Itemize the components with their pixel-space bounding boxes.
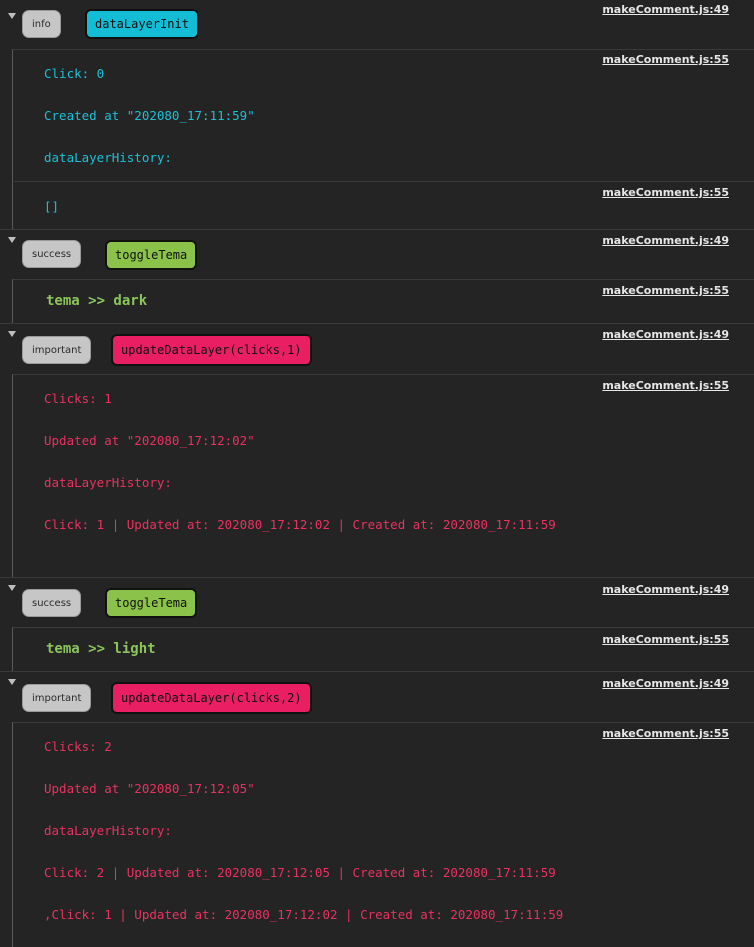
log-line: Updated at "202080_17:12:05" [44,781,255,796]
log-line: dataLayerHistory: [44,475,172,490]
log-type-badge: important [22,336,92,364]
source-link[interactable]: makeComment.js:55 [602,727,729,740]
source-link[interactable]: makeComment.js:55 [602,633,729,646]
log-line: dataLayerHistory: [44,823,172,838]
expand-triangle-icon[interactable] [8,679,16,685]
event-name-badge: toggleTema [105,240,198,270]
console-message: makeComment.js:55 tema >> light [12,627,754,671]
source-link[interactable]: makeComment.js:55 [602,284,729,297]
console-message: makeComment.js:55 [] [12,181,754,229]
expand-triangle-icon[interactable] [8,585,16,591]
event-name-badge: toggleTema [105,588,198,618]
console-group-header[interactable]: important updateDataLayer(clicks,1) make… [0,323,754,375]
log-line: Created at "202080_17:11:59" [44,108,255,123]
log-line: Updated at "202080_17:12:02" [44,433,255,448]
console-group-header[interactable]: success toggleTema makeComment.js:49 [0,577,754,628]
log-type-badge: success [22,589,82,617]
event-name-badge: dataLayerInit [85,9,199,39]
log-line: [] [44,199,60,214]
log-line: ,Click: 1 | Updated at: 202080_17:12:02 … [44,907,564,922]
log-line: tema >> dark [46,293,148,309]
log-line: Click: 0 [44,66,105,81]
source-link[interactable]: makeComment.js:49 [602,234,729,247]
log-line: Clicks: 1 [44,391,112,406]
source-link[interactable]: makeComment.js:55 [602,379,729,392]
console-group-header[interactable]: important updateDataLayer(clicks,2) make… [0,671,754,723]
event-name-badge: updateDataLayer(clicks,1) [111,334,312,366]
source-link[interactable]: makeComment.js:49 [602,3,729,16]
log-line: Click: 2 | Updated at: 202080_17:12:05 |… [44,865,556,880]
source-link[interactable]: makeComment.js:49 [602,328,729,341]
source-link[interactable]: makeComment.js:55 [602,53,729,66]
event-name-badge: updateDataLayer(clicks,2) [111,682,312,714]
log-line: dataLayerHistory: [44,150,172,165]
expand-triangle-icon[interactable] [8,331,16,337]
console-message: makeComment.js:55 tema >> dark [12,279,754,323]
console-group-header[interactable]: success toggleTema makeComment.js:49 [0,229,754,280]
log-line: Click: 1 | Updated at: 202080_17:12:02 |… [44,517,556,532]
console-group-header[interactable]: info dataLayerInit makeComment.js:49 [0,0,754,49]
source-link[interactable]: makeComment.js:49 [602,583,729,596]
expand-triangle-icon[interactable] [8,237,16,243]
console-message: makeComment.js:55 Click: 0 Created at "2… [12,49,754,181]
log-line: tema >> light [46,641,156,657]
expand-triangle-icon[interactable] [8,13,16,19]
console-message: makeComment.js:55 Clicks: 2 Updated at "… [12,722,754,947]
console-message: makeComment.js:55 Clicks: 1 Updated at "… [12,374,754,577]
log-type-badge: important [22,684,92,712]
log-type-badge: success [22,240,82,268]
source-link[interactable]: makeComment.js:55 [602,186,729,199]
log-line: Clicks: 2 [44,739,112,754]
console-panel: info dataLayerInit makeComment.js:49 mak… [0,0,754,947]
source-link[interactable]: makeComment.js:49 [602,677,729,690]
log-type-badge: info [22,10,61,38]
